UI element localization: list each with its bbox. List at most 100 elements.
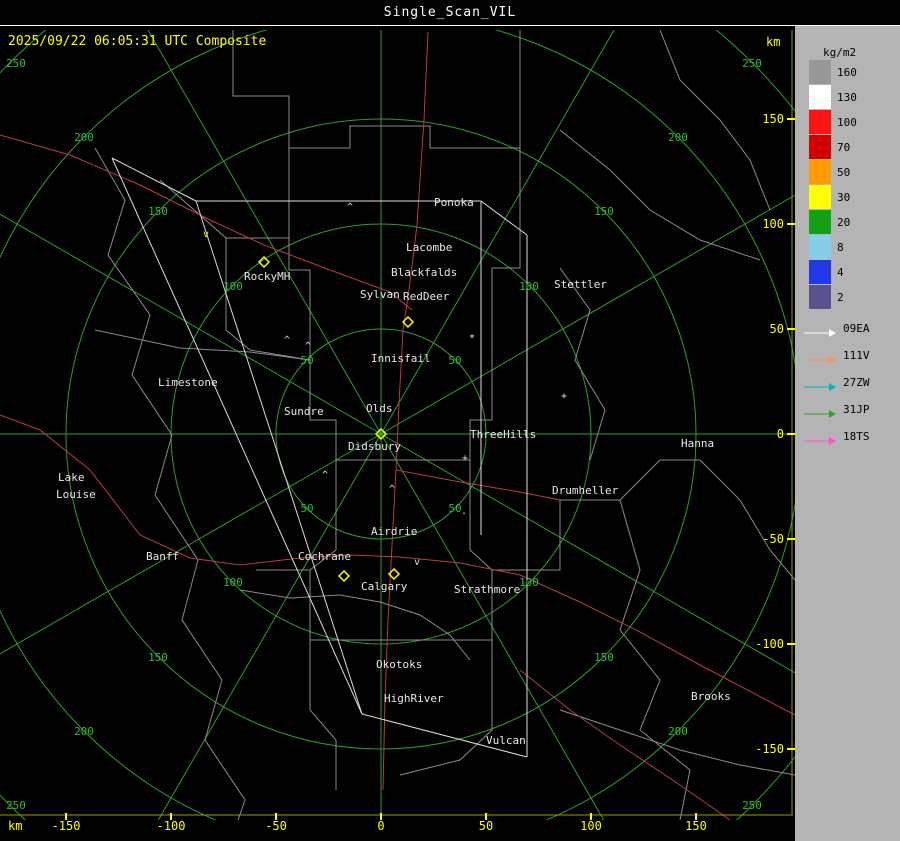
azimuth-line [0,213,382,435]
range-label: 250 [742,799,762,812]
site-id-label: 31JP [843,402,870,416]
radar-site-marker [337,569,351,583]
legend-value-label: 160 [837,66,857,79]
legend-color-swatch [809,260,831,284]
legend-color-swatch [809,85,831,109]
site-arrow-icon [803,323,837,337]
bottom-axis-tick-label: 150 [685,819,707,833]
range-label: 150 [594,205,614,218]
city-label: Sylvan [360,288,400,301]
range-label: 250 [6,799,26,812]
right-axis-tick-label: 0 [776,427,784,441]
legend-color-swatch [809,285,831,309]
window-title: Single_Scan_VIL [383,5,517,20]
radar-site-legend-row: 111V [803,348,870,364]
boundary-line [309,640,337,790]
boundary-line [288,148,311,360]
azimuth-line [157,433,382,820]
boundary-line [491,148,521,330]
right-axis-tick-label: -150 [755,742,784,756]
city-label: HighRiver [384,692,444,705]
site-arrow-icon [803,377,837,391]
right-axis-unit: km [766,35,781,49]
site-id-label: 27ZW [843,375,870,389]
range-label: 150 [148,651,168,664]
site-arrow-icon [803,431,837,445]
radar-site-legend-row: 31JP [803,402,870,418]
range-label: 100 [519,280,539,293]
legend-unit-label: kg/m2 [823,46,857,59]
azimuth-line [380,30,615,435]
range-label: 200 [74,131,94,144]
radar-site-legend-row: 18TS [803,429,870,445]
legend-color-swatch [809,110,831,134]
bottom-axis-unit: km [8,819,23,833]
city-label: RockyMH [244,270,291,283]
county-boundaries [94,30,795,820]
bottom-axis-tick-label: -150 [51,819,81,833]
legend-value-label: 4 [837,266,844,279]
legend-color-swatch [809,60,831,84]
town-marker: ^ [305,341,312,352]
bottom-axis-tick-label: -50 [265,819,287,833]
legend-color-swatch [809,135,831,159]
range-label: 50 [300,502,313,515]
legend-color-swatch [809,235,831,259]
site-id-label: 111V [843,348,870,362]
site-id-label: 09EA [843,321,870,335]
town-marker: * [469,333,476,344]
range-label: 200 [74,725,94,738]
range-label: 100 [223,576,243,589]
scan-boundary-line [111,157,197,202]
bottom-axis-tick-label: -100 [156,819,186,833]
legend-color-swatch [809,160,831,184]
city-label: Innisfail [371,352,431,365]
bottom-axis-tick-label: 100 [580,819,602,833]
boundary-line [559,267,606,461]
city-label: Vulcan [486,734,526,747]
boundary-line [492,459,700,571]
city-label: Airdrie [371,525,418,538]
range-label: 200 [668,131,688,144]
town-marker: v [414,557,421,568]
legend-value-label: 20 [837,216,851,229]
range-label: 100 [223,280,243,293]
town-marker: . [461,506,468,517]
legend-value-label: 50 [837,166,851,179]
city-label: Stettler [554,278,607,291]
legend-value-label: 100 [837,116,857,129]
city-label: Brooks [691,690,731,703]
right-axis-tick-label: 100 [762,217,784,231]
site-id-label: 18TS [843,429,870,443]
city-label: Didsbury [348,440,401,453]
town-marker: ^ [389,484,396,495]
bottom-axis-tick-label: 0 [377,819,385,833]
city-label: Hanna [681,437,715,450]
city-label: Drumheller [552,484,619,497]
range-label: 250 [742,57,762,70]
legend-value-label: 2 [837,291,844,304]
scan-timestamp: 2025/09/22 06:05:31 UTC Composite [8,34,267,49]
town-marker: + [561,391,568,402]
radar-site-legend-row: 27ZW [803,375,870,391]
bottom-axis-tick-label: 50 [478,819,494,833]
town-marker: ^ [322,470,329,481]
right-axis-tick-label: 150 [762,112,784,126]
city-label: Louise [56,488,96,501]
site-arrow-icon [803,350,837,364]
city-label: Ponoka [434,196,474,209]
range-label: 250 [6,57,26,70]
city-label: Okotoks [376,658,423,671]
city-label: Limestone [158,376,218,389]
right-axis-tick-label: 50 [769,322,784,336]
scan-boundary-line [111,157,363,715]
city-label: RedDeer [403,290,450,303]
legend-color-swatch [809,185,831,209]
city-label: Lake [58,471,85,484]
range-label: 150 [148,205,168,218]
city-label: Banff [146,550,180,563]
right-axis-tick-label: -100 [755,637,784,651]
legend-value-label: 130 [837,91,857,104]
legend-value-label: 70 [837,141,851,154]
range-label: 50 [448,354,461,367]
